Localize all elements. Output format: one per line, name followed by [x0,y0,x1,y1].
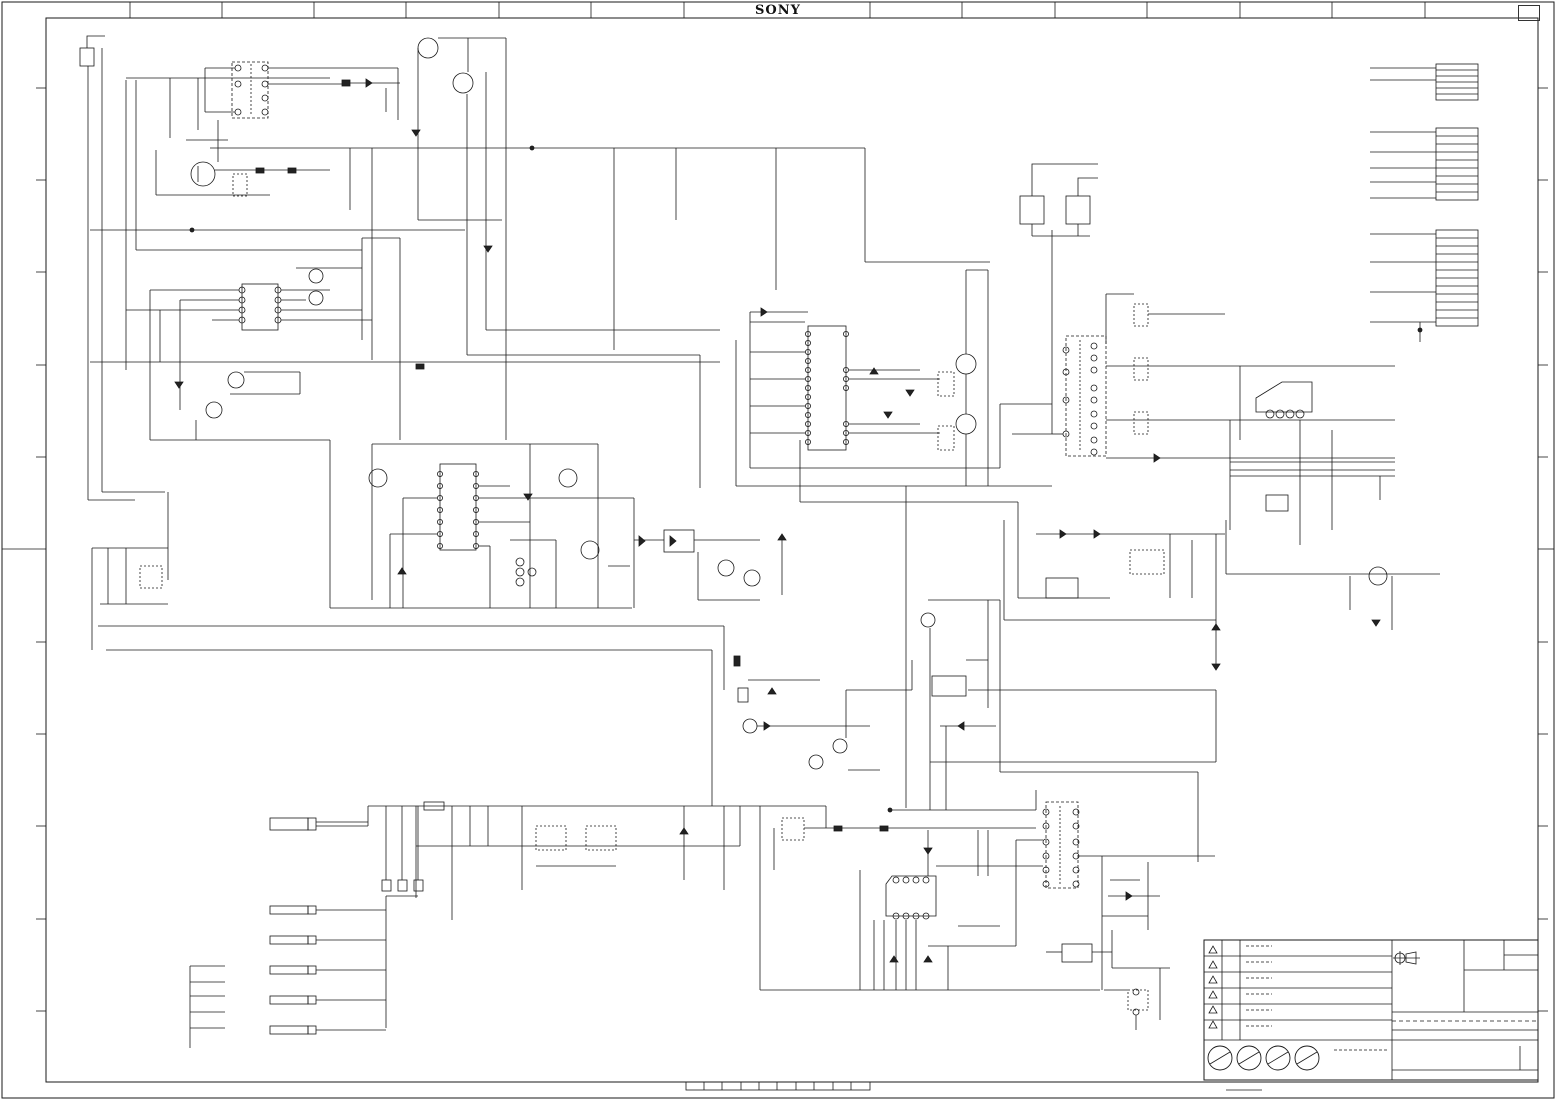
drive-transistors [411,37,720,488]
standby-ic [859,801,1215,1030]
approval-stamp-stroke [1267,1051,1289,1065]
relay-driver [733,655,913,771]
revision-triangle [1208,945,1218,954]
brand-logo: SONY [755,3,801,18]
approval-stamp-stroke [1209,1051,1231,1065]
revision-triangle [1208,1020,1218,1029]
page-badge [1518,5,1540,21]
ac-input-section [91,492,725,806]
standby-feedback [1003,502,1440,671]
standby-section [79,35,990,501]
revision-marks [1208,945,1218,1029]
revision-triangle [1208,990,1218,999]
input-connectors [189,905,386,1048]
pfc-controller-ic [368,443,635,608]
approval-stamp-stroke [1238,1051,1260,1065]
main-controller-ic [735,269,1052,503]
approval-stamps [1207,1045,1320,1071]
feedback-optocoupler [634,529,787,601]
title-block [1203,939,1539,1091]
approval-stamp-stroke [1296,1051,1318,1065]
sheet-frame [1,1,1555,1099]
revision-triangle [1208,1005,1218,1014]
schematic-sheet: SONY [0,0,1556,1100]
schematic-drawing [1,1,1555,1099]
revision-triangle [1208,975,1218,984]
protection-circuit [905,486,1217,862]
line-filter [269,790,1100,1028]
output-connectors [1370,63,1479,342]
output-transformer [1019,163,1395,545]
revision-triangle [1208,960,1218,969]
